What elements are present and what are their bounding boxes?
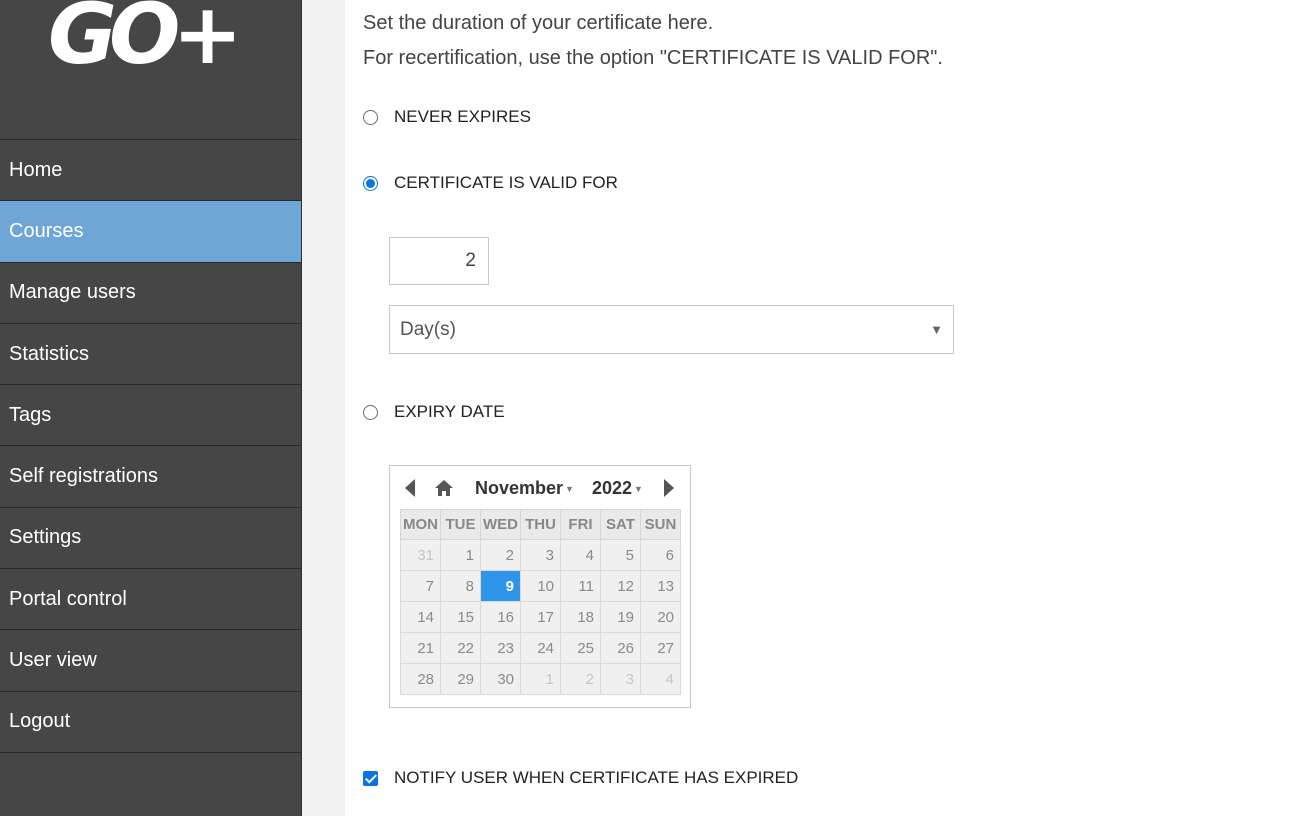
calendar-day[interactable]: 1 xyxy=(440,539,481,571)
notify-label: NOTIFY USER WHEN CERTIFICATE HAS EXPIRED xyxy=(394,768,799,787)
calendar-week: 28 29 30 1 2 3 4 xyxy=(400,663,681,695)
duration-unit-select[interactable]: Day(s) ▼ xyxy=(389,305,954,354)
calendar-day[interactable]: 31 xyxy=(400,539,441,571)
calendar-day[interactable]: 5 xyxy=(600,539,641,571)
duration-unit-value: Day(s) xyxy=(400,319,456,340)
calendar-day[interactable]: 28 xyxy=(400,663,441,695)
sidebar-item-portal-control[interactable]: Portal control xyxy=(0,569,301,631)
calendar-day[interactable]: 25 xyxy=(560,632,601,664)
sidebar-item-user-view[interactable]: User view xyxy=(0,630,301,692)
valid-for-option[interactable]: CERTIFICATE IS VALID FOR xyxy=(363,173,618,193)
calendar-day[interactable]: 8 xyxy=(440,570,481,602)
calendar-day[interactable]: 11 xyxy=(560,570,601,602)
weekday-header: TUE xyxy=(440,509,481,540)
calendar-day[interactable]: 15 xyxy=(440,601,481,633)
main-content: Set the duration of your certificate her… xyxy=(345,0,1298,816)
never-expires-label: NEVER EXPIRES xyxy=(394,107,531,126)
intro-text: Set the duration of your certificate her… xyxy=(363,6,943,76)
date-picker: November ▼ 2022 ▼ MON TUE WED THU FRI SAT … xyxy=(389,465,691,708)
chevron-down-icon: ▼ xyxy=(930,322,943,337)
next-month-icon[interactable] xyxy=(664,479,674,497)
go-plus-logo: GO+ xyxy=(48,0,243,83)
weekday-header: THU xyxy=(520,509,561,540)
calendar-day[interactable]: 16 xyxy=(480,601,521,633)
calendar-day[interactable]: 6 xyxy=(640,539,681,571)
calendar-day[interactable]: 10 xyxy=(520,570,561,602)
notify-option[interactable]: NOTIFY USER WHEN CERTIFICATE HAS EXPIRED xyxy=(363,768,798,788)
expiry-date-option[interactable]: EXPIRY DATE xyxy=(363,402,505,422)
calendar-day[interactable]: 17 xyxy=(520,601,561,633)
month-caret-icon: ▼ xyxy=(565,484,574,495)
calendar-header: November ▼ 2022 ▼ xyxy=(390,466,690,510)
year-label: 2022 xyxy=(592,478,633,498)
weekday-header: SUN xyxy=(640,509,681,540)
calendar-day[interactable]: 7 xyxy=(400,570,441,602)
sidebar-item-settings[interactable]: Settings xyxy=(0,508,301,570)
year-selector[interactable]: 2022 ▼ xyxy=(592,478,643,499)
calendar-day[interactable]: 2 xyxy=(560,663,601,695)
calendar-grid: MON TUE WED THU FRI SAT SUN 31 1 2 3 4 5 xyxy=(400,509,681,695)
calendar-day-selected[interactable]: 9 xyxy=(480,570,521,602)
calendar-day[interactable]: 12 xyxy=(600,570,641,602)
never-expires-option[interactable]: NEVER EXPIRES xyxy=(363,107,531,127)
notify-checkbox[interactable] xyxy=(363,770,378,786)
sidebar-item-tags[interactable]: Tags xyxy=(0,385,301,447)
calendar-day[interactable]: 20 xyxy=(640,601,681,633)
calendar-day[interactable]: 27 xyxy=(640,632,681,664)
calendar-day[interactable]: 19 xyxy=(600,601,641,633)
calendar-day[interactable]: 14 xyxy=(400,601,441,633)
weekday-header: SAT xyxy=(600,509,641,540)
month-label: November xyxy=(475,478,564,498)
expiry-date-radio[interactable] xyxy=(363,404,378,420)
sidebar-item-courses[interactable]: Courses xyxy=(0,201,301,263)
calendar-day[interactable]: 18 xyxy=(560,601,601,633)
weekday-header: MON xyxy=(400,509,441,540)
calendar-day[interactable]: 30 xyxy=(480,663,521,695)
sidebar-item-manage-users[interactable]: Manage users xyxy=(0,263,301,324)
month-selector[interactable]: November ▼ xyxy=(475,478,574,499)
sidebar-item-logout[interactable]: Logout xyxy=(0,692,301,753)
sidebar-item-statistics[interactable]: Statistics xyxy=(0,324,301,386)
home-icon[interactable] xyxy=(434,479,454,497)
calendar-day[interactable]: 2 xyxy=(480,539,521,571)
intro-line-1: Set the duration of your certificate her… xyxy=(363,12,714,34)
weekday-header: FRI xyxy=(560,509,601,540)
valid-for-radio[interactable] xyxy=(363,175,378,191)
calendar-day[interactable]: 3 xyxy=(520,539,561,571)
calendar-day[interactable]: 4 xyxy=(640,663,681,695)
never-expires-radio[interactable] xyxy=(363,109,378,125)
calendar-day[interactable]: 24 xyxy=(520,632,561,664)
calendar-week: 21 22 23 24 25 26 27 xyxy=(400,632,681,664)
year-caret-icon: ▼ xyxy=(634,484,643,495)
calendar-day[interactable]: 23 xyxy=(480,632,521,664)
intro-line-2: For recertification, use the option "CER… xyxy=(363,47,943,69)
calendar-day[interactable]: 22 xyxy=(440,632,481,664)
logo-area: GO+ xyxy=(0,0,301,140)
calendar-day[interactable]: 13 xyxy=(640,570,681,602)
duration-value-input[interactable]: 2 xyxy=(389,237,489,285)
weekday-header: WED xyxy=(480,509,521,540)
calendar-day[interactable]: 4 xyxy=(560,539,601,571)
sidebar-item-home[interactable]: Home xyxy=(0,140,301,202)
calendar-day[interactable]: 29 xyxy=(440,663,481,695)
calendar-week: 7 8 9 10 11 12 13 xyxy=(400,570,681,602)
expiry-date-label: EXPIRY DATE xyxy=(394,402,505,421)
calendar-week: 31 1 2 3 4 5 6 xyxy=(400,539,681,571)
calendar-day[interactable]: 1 xyxy=(520,663,561,695)
calendar-week: 14 15 16 17 18 19 20 xyxy=(400,601,681,633)
calendar-day[interactable]: 3 xyxy=(600,663,641,695)
previous-month-icon[interactable] xyxy=(405,479,415,497)
sidebar: GO+ Home Courses Manage users Statistics… xyxy=(0,0,302,816)
calendar-day[interactable]: 21 xyxy=(400,632,441,664)
sidebar-item-self-registrations[interactable]: Self registrations xyxy=(0,446,301,508)
calendar-day[interactable]: 26 xyxy=(600,632,641,664)
valid-for-label: CERTIFICATE IS VALID FOR xyxy=(394,173,618,192)
